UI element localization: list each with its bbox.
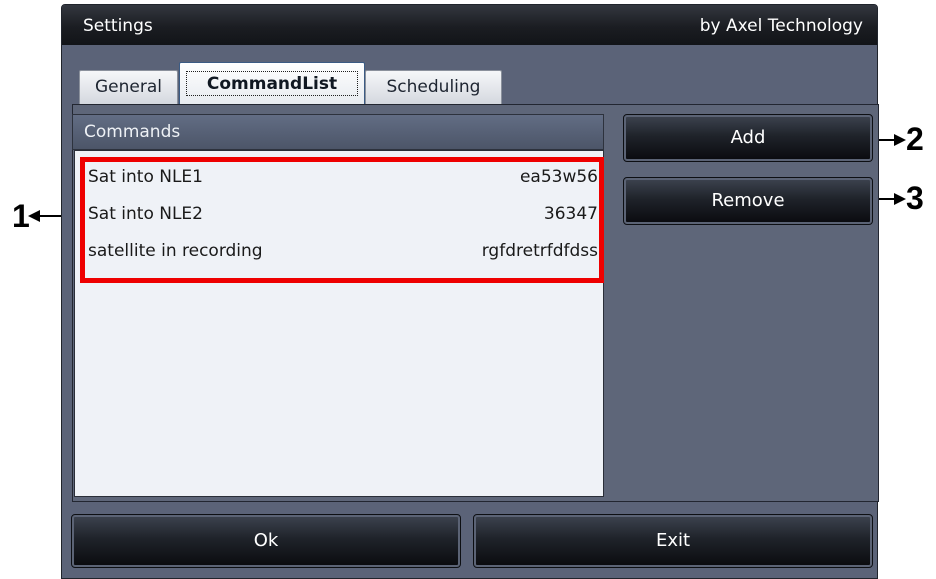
tab-commandlist[interactable]: CommandList bbox=[179, 62, 365, 105]
command-name: Sat into NLE1 bbox=[88, 167, 203, 187]
commands-list[interactable]: Sat into NLE1 ea53w56 Sat into NLE2 3634… bbox=[74, 150, 604, 497]
list-item[interactable]: Sat into NLE1 ea53w56 bbox=[88, 160, 598, 194]
focus-rect bbox=[186, 71, 358, 96]
tab-scheduling[interactable]: Scheduling bbox=[365, 70, 502, 104]
list-item[interactable]: Sat into NLE2 36347 bbox=[88, 197, 598, 231]
command-name: Sat into NLE2 bbox=[88, 204, 203, 224]
window-title: Settings bbox=[83, 16, 153, 36]
title-bar[interactable]: Settings by Axel Technology bbox=[62, 5, 877, 45]
callout-2-number: 2 bbox=[906, 121, 924, 157]
vendor-label: by Axel Technology bbox=[699, 16, 863, 36]
remove-button[interactable]: Remove bbox=[623, 177, 873, 225]
settings-window: Settings by Axel Technology General Comm… bbox=[61, 4, 879, 579]
command-code: ea53w56 bbox=[519, 167, 598, 187]
tab-general-label: General bbox=[95, 77, 162, 97]
add-button[interactable]: Add bbox=[623, 114, 873, 162]
command-code: 36347 bbox=[543, 204, 598, 224]
tab-general[interactable]: General bbox=[79, 70, 178, 104]
command-name: satellite in recording bbox=[88, 241, 263, 261]
exit-button[interactable]: Exit bbox=[473, 514, 873, 568]
list-item[interactable]: satellite in recording rgfdretrfdfdss bbox=[88, 234, 598, 268]
ok-button[interactable]: Ok bbox=[71, 514, 461, 568]
command-code: rgfdretrfdfdss bbox=[481, 241, 598, 261]
tab-scheduling-label: Scheduling bbox=[386, 77, 481, 97]
callout-3-number: 3 bbox=[906, 180, 924, 216]
commands-column-header: Commands bbox=[72, 114, 604, 150]
